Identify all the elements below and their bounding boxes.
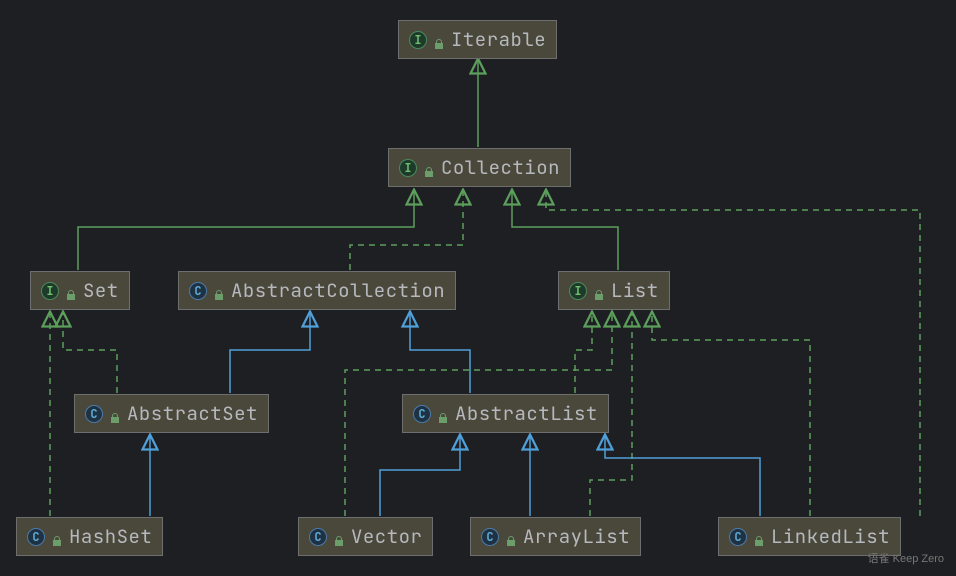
node-iterable[interactable]: I Iterable	[398, 20, 557, 59]
interface-icon: I	[409, 31, 427, 49]
class-icon: C	[309, 528, 327, 546]
interface-icon: I	[569, 282, 587, 300]
lock-icon	[333, 531, 345, 543]
node-abstract-set[interactable]: C AbstractSet	[74, 394, 269, 433]
lock-icon	[437, 408, 449, 420]
lock-icon	[109, 408, 121, 420]
node-label: AbstractSet	[127, 401, 258, 426]
interface-icon: I	[41, 282, 59, 300]
lock-icon	[51, 531, 63, 543]
class-icon: C	[481, 528, 499, 546]
interface-icon: I	[399, 159, 417, 177]
watermark: 语雀 Keep Zero	[868, 550, 944, 566]
node-list[interactable]: I List	[558, 271, 670, 310]
node-label: LinkedList	[771, 524, 890, 549]
node-label: Vector	[351, 524, 422, 549]
node-collection[interactable]: I Collection	[388, 148, 571, 187]
node-label: Set	[83, 278, 119, 303]
node-label: AbstractCollection	[231, 278, 445, 303]
node-set[interactable]: I Set	[30, 271, 130, 310]
class-icon: C	[189, 282, 207, 300]
node-label: HashSet	[69, 524, 152, 549]
node-label: AbstractList	[455, 401, 598, 426]
node-array-list[interactable]: C ArrayList	[470, 517, 641, 556]
node-abstract-list[interactable]: C AbstractList	[402, 394, 609, 433]
lock-icon	[65, 285, 77, 297]
lock-icon	[213, 285, 225, 297]
relationship-lines	[0, 0, 956, 576]
node-vector[interactable]: C Vector	[298, 517, 433, 556]
lock-icon	[753, 531, 765, 543]
class-icon: C	[27, 528, 45, 546]
node-label: Iterable	[451, 27, 546, 52]
lock-icon	[433, 34, 445, 46]
lock-icon	[505, 531, 517, 543]
lock-icon	[423, 162, 435, 174]
node-hash-set[interactable]: C HashSet	[16, 517, 163, 556]
lock-icon	[593, 285, 605, 297]
class-icon: C	[413, 405, 431, 423]
class-icon: C	[729, 528, 747, 546]
diagram-canvas: I Iterable I Collection I Set C Abstract…	[0, 0, 956, 576]
class-icon: C	[85, 405, 103, 423]
node-label: List	[611, 278, 659, 303]
node-label: Collection	[441, 155, 560, 180]
node-abstract-collection[interactable]: C AbstractCollection	[178, 271, 456, 310]
node-label: ArrayList	[523, 524, 630, 549]
